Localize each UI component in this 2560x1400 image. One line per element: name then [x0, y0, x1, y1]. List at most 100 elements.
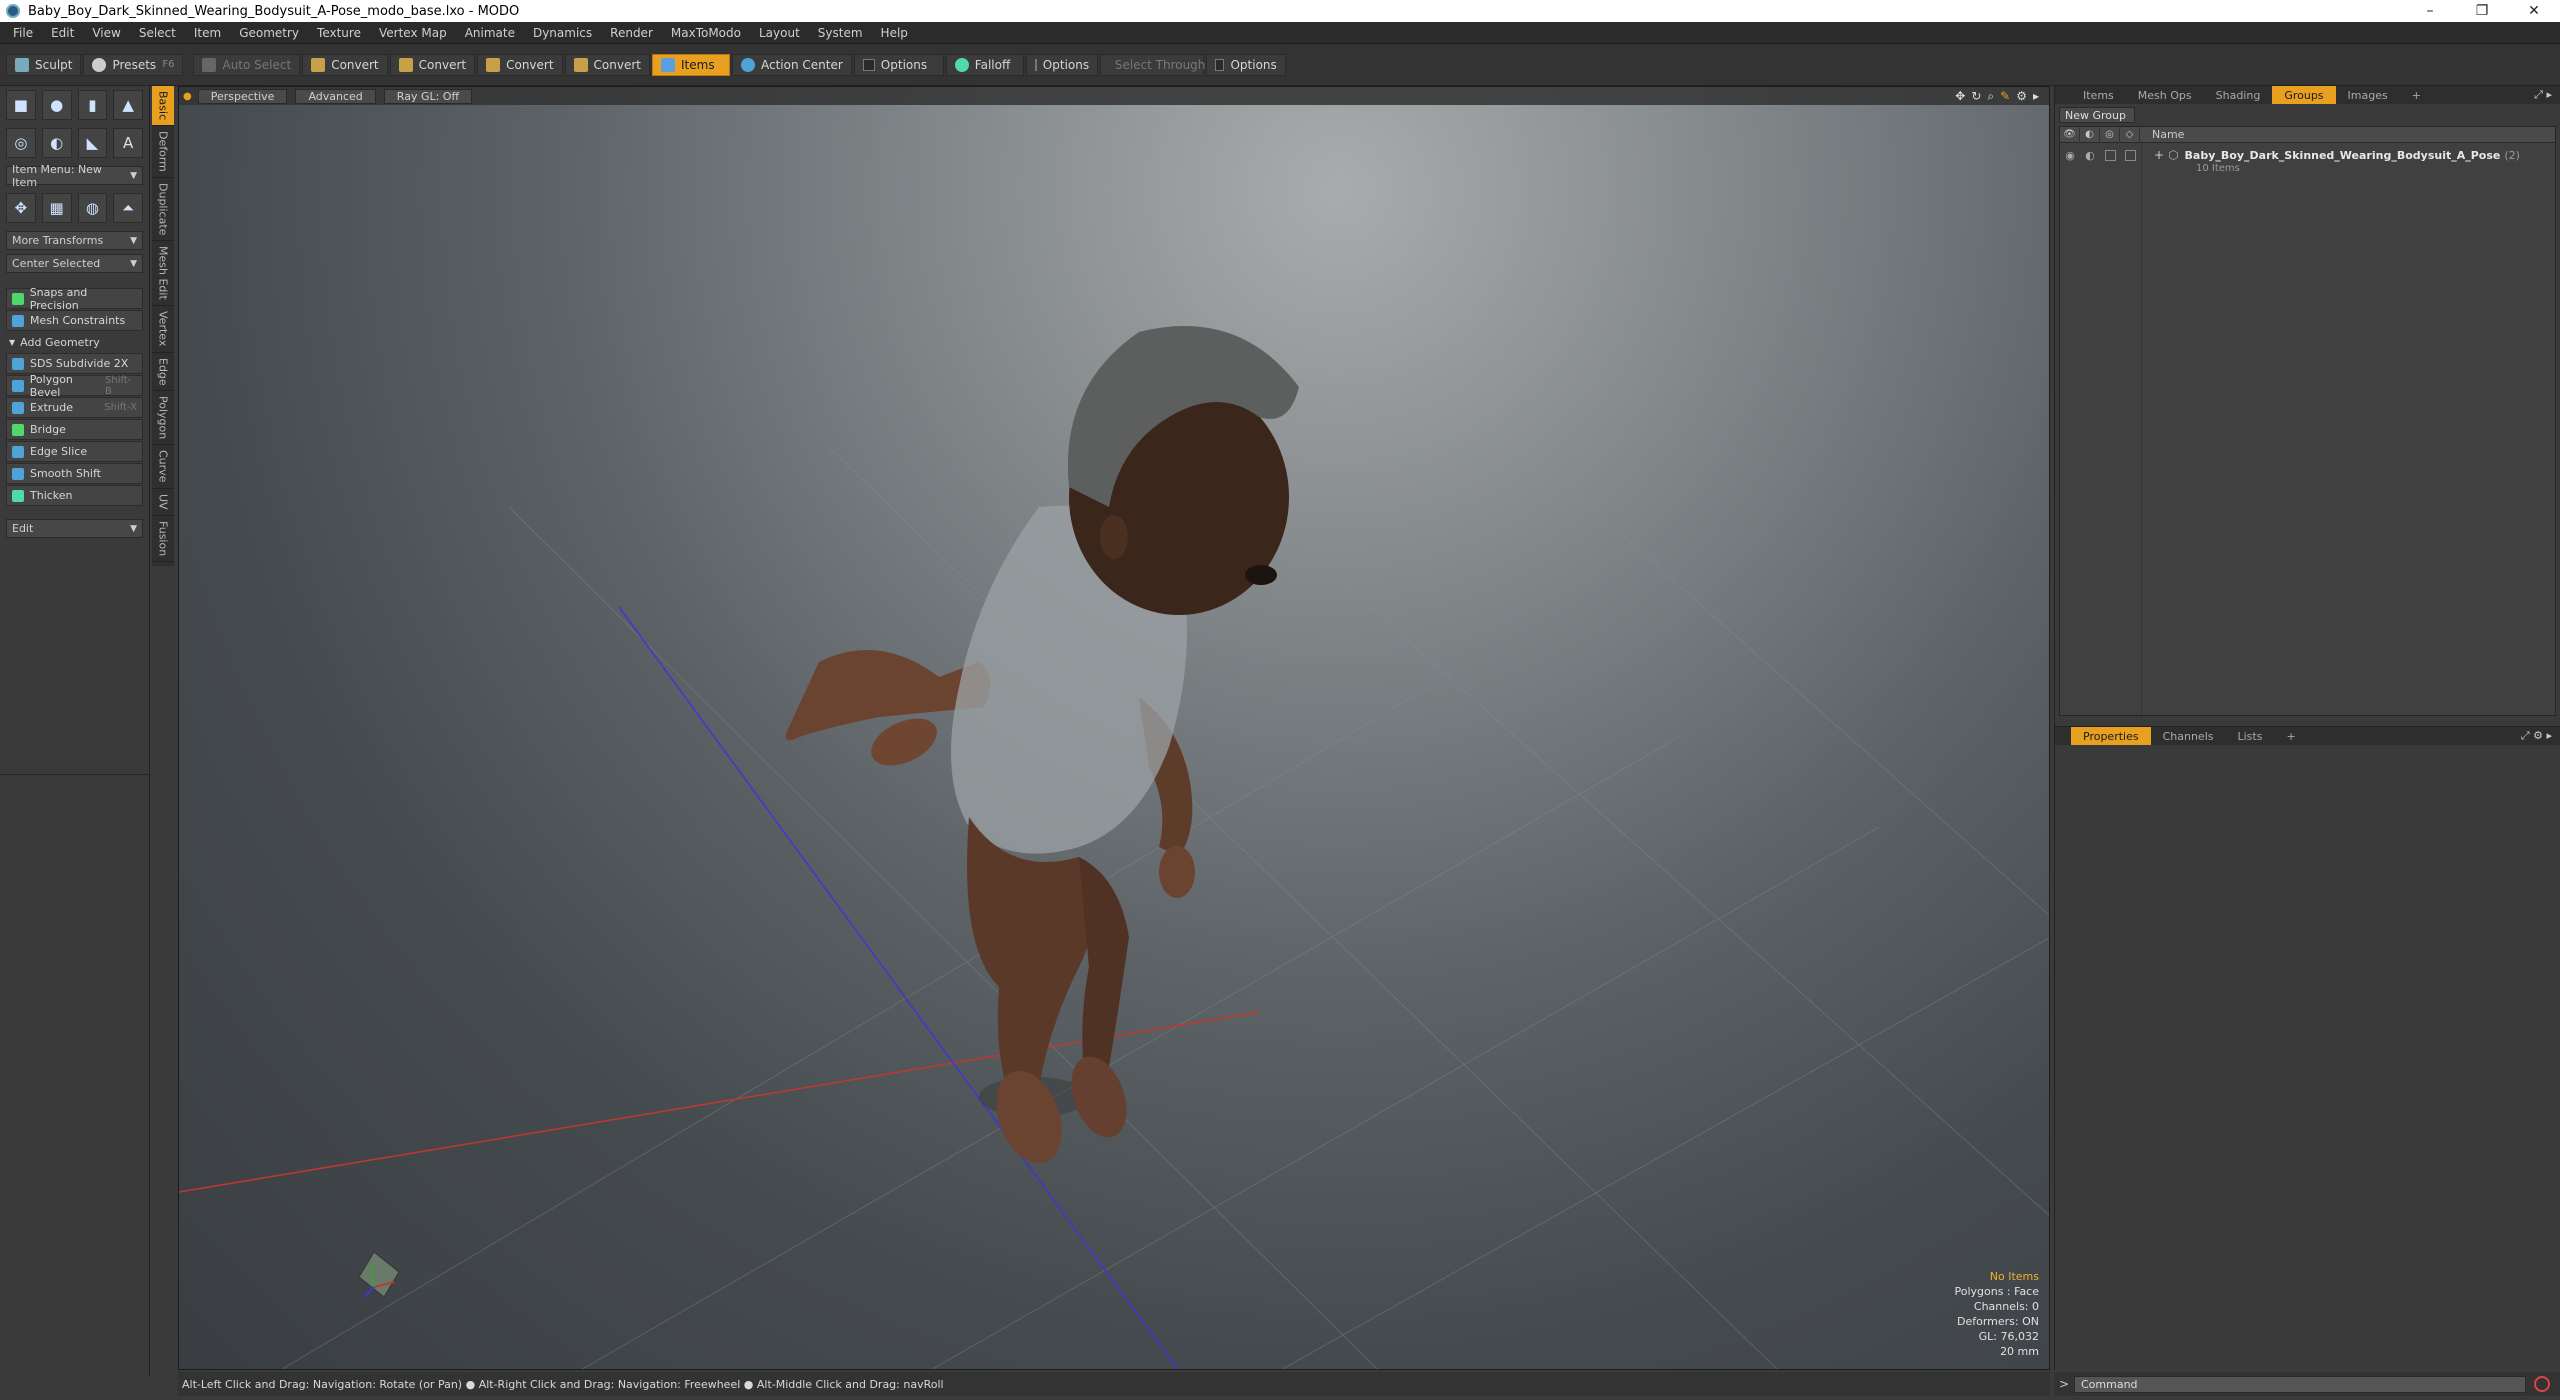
tab-basic[interactable]: Basic	[152, 86, 174, 127]
menu-layout[interactable]: Layout	[750, 26, 809, 40]
command-history-icon[interactable]	[2534, 1376, 2550, 1392]
menu-geometry[interactable]: Geometry	[230, 26, 308, 40]
grid-icon[interactable]: ▦	[41, 193, 72, 223]
tab-edge[interactable]: Edge	[152, 353, 174, 392]
cube-icon[interactable]: ■	[6, 90, 36, 120]
convert-edges-button[interactable]: Convert	[389, 53, 476, 76]
move-view-icon[interactable]: ✥	[1955, 89, 1965, 104]
tab-polygon[interactable]: Polygon	[152, 391, 174, 446]
properties-expand-icon[interactable]: ⤢ ⚙ ▸	[2521, 729, 2552, 743]
3d-viewport[interactable]: ● Perspective Advanced Ray GL: Off ✥ ↻ ⌕…	[178, 86, 2050, 1370]
maximize-button[interactable]: ❐	[2456, 0, 2508, 22]
menu-vertex-map[interactable]: Vertex Map	[370, 26, 456, 40]
transform-icon[interactable]: ✥	[6, 193, 36, 223]
sds-subdivide-button[interactable]: SDS Subdivide 2X	[6, 353, 143, 374]
center-selected-dropdown[interactable]: Center Selected ▼	[6, 254, 143, 273]
falloff-options-button[interactable]: Options	[1025, 53, 1098, 76]
item-menu-dropdown[interactable]: Item Menu: New Item ▼	[6, 163, 143, 189]
tab-deform[interactable]: Deform	[152, 126, 174, 179]
snaps-button[interactable]: Snaps and Precision	[6, 286, 143, 312]
menu-maxtomodo[interactable]: MaxToModo	[662, 26, 750, 40]
tab-vertex[interactable]: Vertex	[152, 306, 174, 353]
rotate-view-icon[interactable]: ↻	[1971, 89, 1981, 104]
auto-select-button[interactable]: Auto Select	[193, 53, 301, 76]
baby-model[interactable]	[785, 326, 1299, 1172]
wedge-icon[interactable]: ◣	[77, 128, 108, 158]
menu-dynamics[interactable]: Dynamics	[524, 26, 601, 40]
tab-mesh-edit[interactable]: Mesh Edit	[152, 241, 174, 307]
cylinder-icon[interactable]: ▮	[77, 90, 108, 120]
tab-channels[interactable]: Channels	[2151, 727, 2226, 745]
viewport-menu-icon[interactable]: ●	[183, 91, 192, 102]
action-center-button[interactable]: Action Center	[732, 53, 852, 76]
items-mode-button[interactable]: Items	[652, 53, 730, 76]
new-group-button[interactable]: New Group	[2059, 107, 2135, 123]
gear-icon[interactable]: ⚙	[2016, 89, 2027, 104]
select-through-button[interactable]: Select Through	[1099, 53, 1205, 76]
action-center-options-button[interactable]: Options	[853, 53, 944, 76]
menu-file[interactable]: File	[4, 26, 42, 40]
minimize-button[interactable]: –	[2404, 0, 2456, 22]
text-tool-icon[interactable]: A	[113, 128, 143, 158]
torus-icon[interactable]: ◎	[6, 128, 36, 158]
tab-items[interactable]: Items	[2071, 86, 2126, 104]
tab-properties[interactable]: Properties	[2071, 727, 2151, 745]
tab-lists[interactable]: Lists	[2226, 727, 2275, 745]
falloff-button[interactable]: Falloff	[945, 53, 1024, 76]
zoom-view-icon[interactable]: ⌕	[1987, 89, 1994, 104]
tab-shading[interactable]: Shading	[2204, 86, 2273, 104]
menu-help[interactable]: Help	[872, 26, 917, 40]
edit-dropdown[interactable]: Edit ▼	[6, 519, 143, 538]
select-column-icon[interactable]: ◇	[2120, 126, 2140, 143]
extrude-button[interactable]: Extrude Shift-X	[6, 397, 143, 418]
options-checkbox[interactable]	[862, 58, 875, 71]
add-geometry-header[interactable]: ▼ Add Geometry	[6, 333, 143, 351]
select-through-options-button[interactable]: Options	[1205, 53, 1286, 76]
lock-column-icon[interactable]: ◎	[2100, 126, 2120, 143]
perspective-button[interactable]: Perspective	[197, 88, 288, 104]
raygl-button[interactable]: Ray GL: Off	[383, 88, 473, 104]
convert-polygons-button[interactable]: Convert	[477, 53, 563, 76]
sculpt-button[interactable]: Sculpt	[6, 53, 82, 76]
visibility-column-icon[interactable]: 👁	[2060, 126, 2080, 143]
close-button[interactable]: ✕	[2508, 0, 2560, 22]
smooth-shift-button[interactable]: Smooth Shift	[6, 463, 143, 484]
menu-render[interactable]: Render	[601, 26, 662, 40]
menu-texture[interactable]: Texture	[308, 26, 370, 40]
falloff-options-checkbox[interactable]	[1034, 58, 1037, 71]
tab-mesh-ops[interactable]: Mesh Ops	[2126, 86, 2204, 104]
globe-icon[interactable]: ◍	[77, 193, 108, 223]
command-input[interactable]: Command	[2074, 1375, 2526, 1393]
bridge-button[interactable]: Bridge	[6, 419, 143, 440]
more-transforms-dropdown[interactable]: More Transforms ▼	[6, 231, 143, 250]
edge-slice-button[interactable]: Edge Slice	[6, 441, 143, 462]
advanced-shading-button[interactable]: Advanced	[295, 88, 376, 104]
tab-fusion[interactable]: Fusion	[152, 516, 174, 562]
convert-vertices-button[interactable]: Convert	[302, 53, 388, 76]
menu-view[interactable]: View	[83, 26, 129, 40]
menu-item[interactable]: Item	[185, 26, 230, 40]
presets-button[interactable]: Presets F6	[83, 53, 184, 76]
tab-curve[interactable]: Curve	[152, 445, 174, 489]
menu-system[interactable]: System	[809, 26, 872, 40]
render-column-icon[interactable]: ◐	[2080, 126, 2100, 143]
tab-duplicate[interactable]: Duplicate	[152, 178, 174, 242]
sphere-icon[interactable]: ●	[41, 90, 72, 120]
add-tab-button[interactable]: +	[2274, 727, 2307, 745]
pen-icon[interactable]: ✎	[2000, 89, 2010, 104]
mesh-constraints-button[interactable]: Mesh Constraints	[6, 310, 143, 331]
pyramid-icon[interactable]: ⏶	[113, 193, 143, 223]
cone-icon[interactable]: ▲	[113, 90, 143, 120]
menu-animate[interactable]: Animate	[456, 26, 524, 40]
convert-materials-button[interactable]: Convert	[564, 53, 650, 76]
capsule-icon[interactable]: ◐	[41, 128, 72, 158]
add-tab-button[interactable]: +	[2400, 86, 2433, 104]
select-options-checkbox[interactable]	[1214, 58, 1225, 71]
expand-plus-icon[interactable]: +	[2154, 148, 2164, 162]
expand-icon[interactable]: ▸	[2033, 89, 2039, 104]
tab-images[interactable]: Images	[2336, 86, 2400, 104]
menu-select[interactable]: Select	[130, 26, 185, 40]
tab-uv[interactable]: UV	[152, 489, 174, 516]
tab-groups[interactable]: Groups	[2272, 86, 2336, 104]
polygon-bevel-button[interactable]: Polygon Bevel Shift-B	[6, 373, 143, 399]
